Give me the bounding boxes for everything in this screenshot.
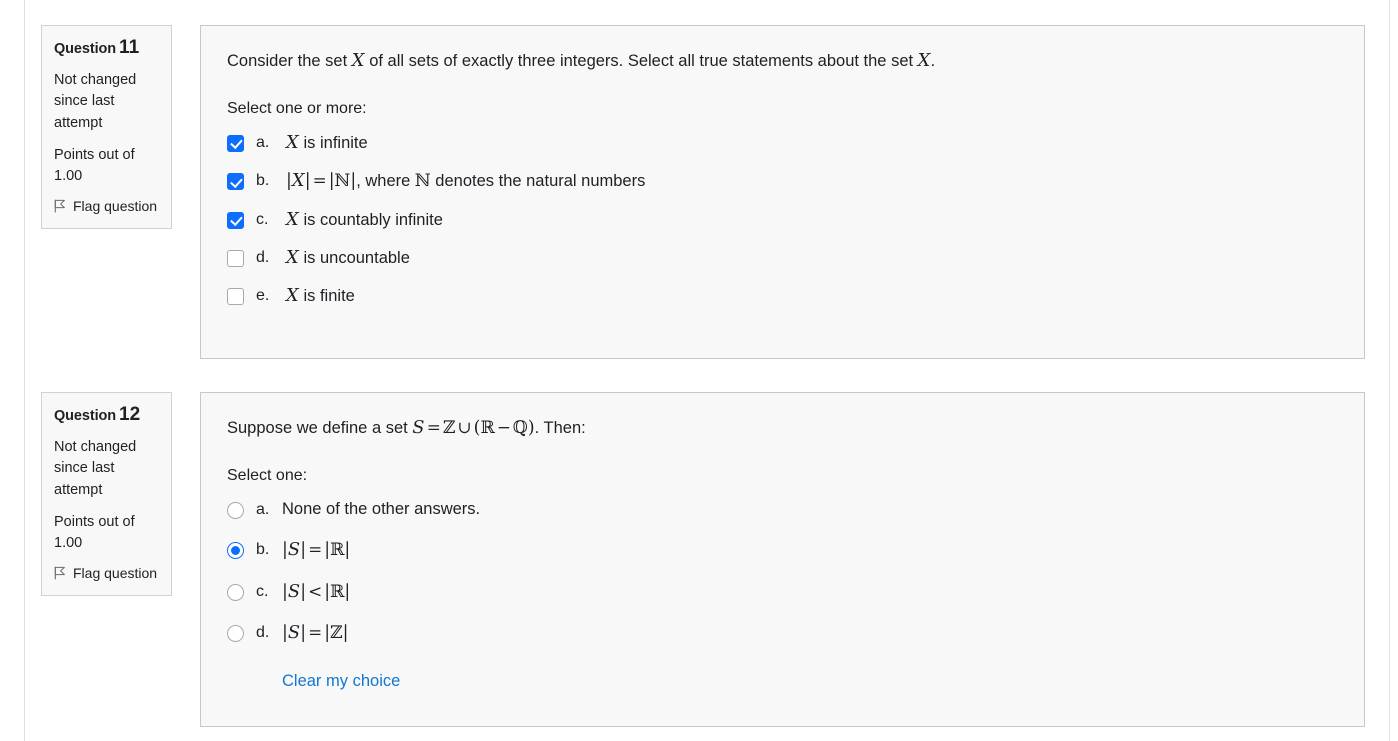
question-text-segment: .	[930, 52, 936, 70]
question-grade-11: Points out of 1.00	[54, 146, 135, 185]
answer-text-d-11: X is uncountable	[286, 247, 410, 269]
answer-option-c-12[interactable]: c. |S| < |ℝ|	[227, 581, 1338, 604]
answer-option-a-11[interactable]: a. X is infinite	[227, 132, 1338, 154]
question-label-12: Question	[54, 408, 117, 424]
answer-letter-d-11: d.	[256, 249, 270, 267]
question-number-12: 12	[119, 404, 141, 425]
answer-prompt-12: Select one:	[227, 467, 308, 485]
answer-list-11: a. X is infinite b. |X| = |ℕ|, where ℕ den…	[227, 132, 1338, 308]
answer-letter-b-12: b.	[256, 541, 270, 559]
answer-text-a-11: X is infinite	[286, 131, 368, 153]
flag-question-label-12: Flag question	[73, 564, 158, 581]
radio-d-12[interactable]	[227, 625, 244, 643]
checkbox-e-11[interactable]	[227, 288, 244, 306]
clear-my-choice-link[interactable]: Clear my choice	[282, 672, 400, 691]
question-text-11: Consider the set X of all sets of exactl…	[227, 48, 1338, 74]
quiz-page: Question 11 Not changed since last attemp…	[0, 0, 1398, 741]
radio-c-12[interactable]	[227, 583, 244, 601]
answer-option-d-11[interactable]: d. X is uncountable	[227, 247, 1338, 269]
answer-option-b-11[interactable]: b. |X| = |ℕ|, where ℕ denotes the natural …	[227, 170, 1338, 193]
answer-option-b-12[interactable]: b. |S| = |ℝ|	[227, 539, 1338, 562]
answer-letter-a-11: a.	[256, 133, 270, 151]
flag-question-button-12[interactable]: Flag question	[54, 565, 159, 581]
question-number-11: 11	[119, 37, 140, 58]
answer-letter-e-11: e.	[256, 287, 270, 305]
question-text-segment: Consider the set	[227, 52, 352, 70]
question-label-11: Question	[54, 41, 117, 57]
page-left-divider	[24, 0, 25, 741]
answer-text-b-12: |S| = |ℝ|	[282, 539, 351, 561]
answer-letter-b-11: b.	[256, 172, 270, 190]
math-symbol-X: X	[917, 50, 931, 71]
answer-option-e-11[interactable]: e. X is finite	[227, 285, 1338, 307]
radio-a-12[interactable]	[227, 502, 244, 520]
math-symbol-X: X	[351, 50, 365, 71]
question-text-segment: of all sets of exactly three integers. S…	[364, 52, 918, 70]
answer-text-c-12: |S| < |ℝ|	[282, 580, 351, 602]
question-content-11: Consider the set X of all sets of exactl…	[200, 25, 1365, 359]
answer-text-d-12: |S| = |ℤ|	[282, 622, 349, 644]
question-info-panel-11: Question 11 Not changed since last attemp…	[41, 25, 172, 229]
page-right-divider	[1389, 0, 1390, 741]
flag-icon	[54, 199, 66, 213]
question-state-12: Not changed since last attempt	[54, 438, 137, 499]
radio-b-12[interactable]	[227, 542, 244, 560]
answer-letter-d-12: d.	[256, 624, 270, 642]
flag-icon	[54, 566, 66, 580]
answer-letter-c-11: c.	[256, 210, 269, 228]
answer-option-a-12[interactable]: a. None of the other answers.	[227, 499, 1338, 520]
answer-text-e-11: X is finite	[286, 285, 355, 307]
question-info-panel-12: Question 12 Not changed since last attemp…	[41, 392, 172, 596]
question-info-header-11: Question 11	[54, 37, 159, 59]
flag-question-label-11: Flag question	[73, 197, 158, 214]
answer-text-b-11: |X| = |ℕ|, where ℕ denotes the natural num…	[286, 170, 646, 192]
answer-letter-c-12: c.	[256, 582, 269, 600]
flag-question-button-11[interactable]: Flag question	[54, 198, 159, 214]
question-state-11: Not changed since last attempt	[54, 71, 137, 132]
answer-option-d-12[interactable]: d. |S| = |ℤ|	[227, 622, 1338, 645]
math-symbol-S: S	[412, 417, 425, 438]
question-info-header-12: Question 12	[54, 404, 159, 426]
checkbox-a-11[interactable]	[227, 134, 244, 152]
checkbox-b-11[interactable]	[227, 173, 244, 191]
checkbox-c-11[interactable]	[227, 211, 244, 229]
answer-text-a-12: None of the other answers.	[282, 500, 481, 519]
checkbox-d-11[interactable]	[227, 250, 244, 268]
answer-text-c-11: X is countably infinite	[286, 208, 443, 230]
question-text-12: Suppose we define a set S = ℤ ∪ (ℝ − ℚ). Then:	[227, 417, 586, 438]
answer-letter-a-12: a.	[256, 501, 270, 519]
question-content-12: Suppose we define a set S = ℤ ∪ (ℝ − ℚ). Then:…	[200, 392, 1365, 727]
answer-list-12: a. None of the other answers. b. |S| = |ℝ|…	[227, 499, 1338, 691]
question-grade-12: Points out of 1.00	[54, 513, 135, 552]
answer-option-c-11[interactable]: c. X is countably infinite	[227, 209, 1338, 231]
answer-prompt-11: Select one or more:	[227, 99, 367, 117]
